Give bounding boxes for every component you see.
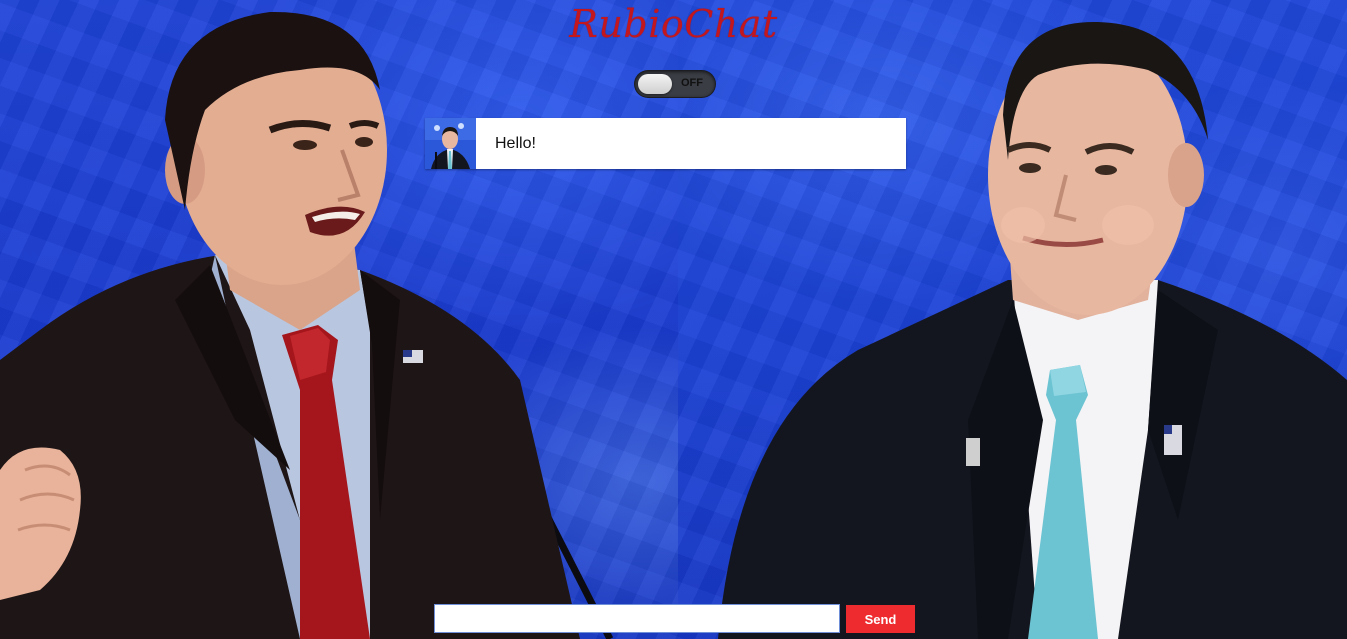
avatar [425, 118, 476, 169]
christie-avatar-icon [425, 118, 476, 169]
christie-photo [718, 21, 1347, 639]
message-input[interactable] [434, 604, 840, 633]
app-title: RubioChat [569, 2, 778, 46]
chat-toggle[interactable]: OFF [635, 71, 715, 97]
chat-page: RubioChat OFF Hello! Send [0, 0, 1347, 639]
message-text: Hello! [495, 135, 536, 152]
chat-message: Hello! [425, 118, 906, 169]
rubio-photo [0, 11, 614, 639]
send-button[interactable]: Send [846, 605, 915, 633]
toggle-state-label: OFF [681, 77, 703, 89]
toggle-knob[interactable] [638, 74, 672, 94]
